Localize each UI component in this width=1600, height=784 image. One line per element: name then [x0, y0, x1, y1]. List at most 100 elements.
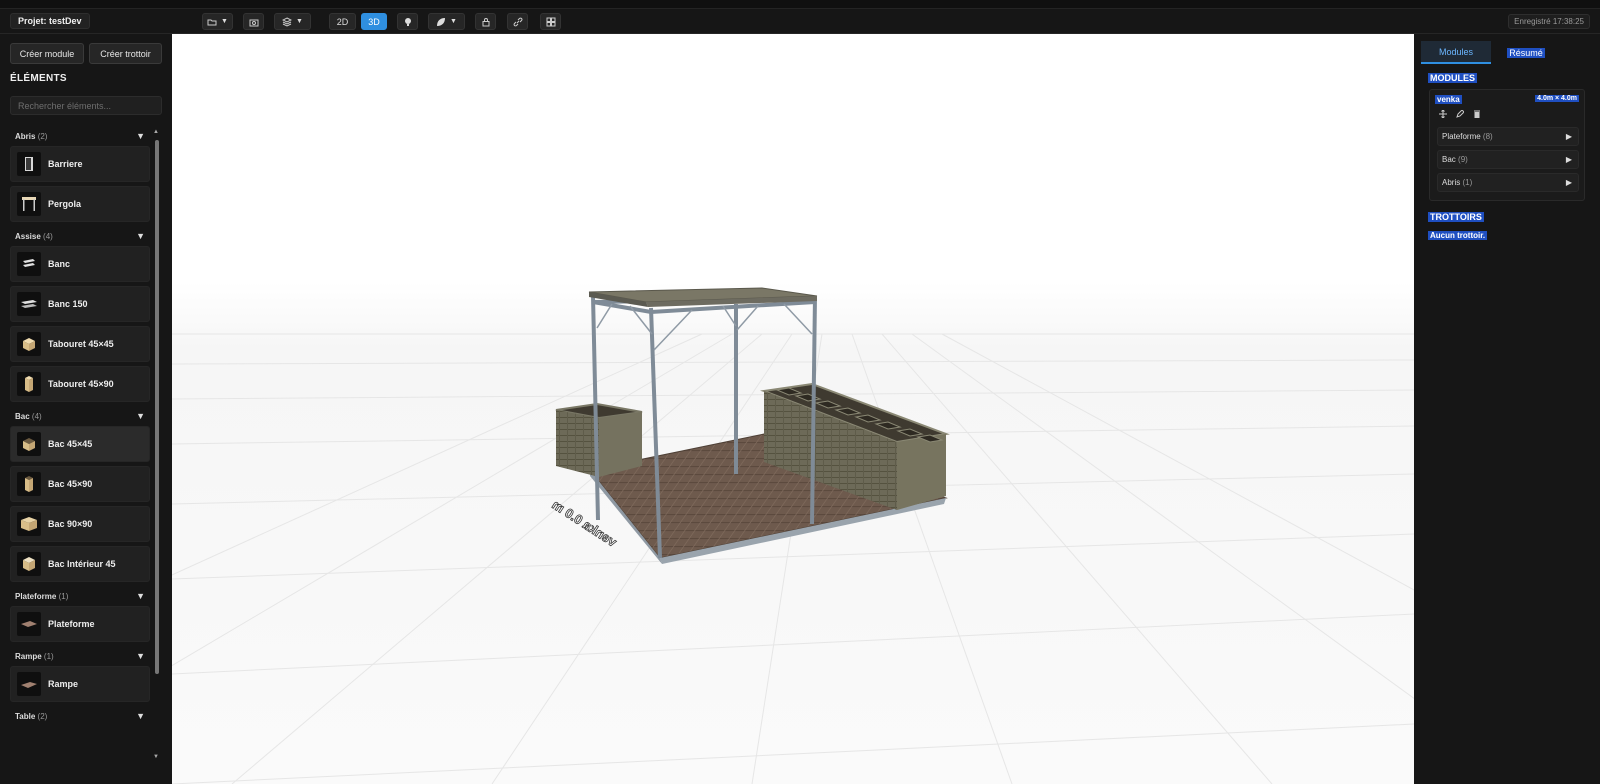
expand-triangle-icon[interactable]: ▶ — [1566, 132, 1572, 141]
list-item[interactable]: Rampe — [10, 666, 150, 702]
folder-icon — [207, 19, 217, 25]
item-label: Plateforme — [48, 619, 95, 629]
link-button[interactable] — [507, 13, 528, 30]
expand-triangle-icon[interactable]: ▶ — [1566, 155, 1572, 164]
module-group-bac[interactable]: Bac (9) ▶ — [1437, 150, 1579, 169]
list-item[interactable]: Banc 150 — [10, 286, 150, 322]
group-count: (9) — [1458, 155, 1468, 164]
elements-list: Abris (2) ▼ Barriere Pergola Assise (4) … — [10, 126, 150, 784]
environment-menu-button[interactable]: ▼ — [428, 13, 465, 30]
move-icon[interactable] — [1439, 110, 1447, 118]
tab-summary-label: Résumé — [1507, 47, 1545, 58]
no-sidewalk-text: Aucun trottoir. — [1428, 231, 1488, 240]
search-input[interactable] — [10, 96, 162, 115]
list-item[interactable]: Banc — [10, 246, 150, 282]
group-count: (8) — [1482, 132, 1493, 141]
item-label: Bac 90×90 — [48, 519, 93, 529]
planter-thumbnail — [17, 472, 41, 496]
layers-icon — [282, 16, 293, 27]
item-label: Tabouret 45×90 — [48, 379, 114, 389]
expand-triangle-icon[interactable]: ▶ — [1566, 178, 1572, 187]
view-2d-button[interactable]: 2D — [329, 13, 356, 30]
view-3d-button[interactable]: 3D — [361, 13, 387, 30]
lightbulb-icon — [404, 17, 411, 26]
category-rampe[interactable]: Rampe (1) ▼ — [10, 646, 150, 666]
scroll-up-icon[interactable]: ▲ — [153, 129, 159, 135]
project-label[interactable]: Projet: testDev — [10, 13, 90, 29]
list-item[interactable]: Bac 90×90 — [10, 506, 150, 542]
list-item[interactable]: Plateforme — [10, 606, 150, 642]
ramp-thumbnail — [17, 672, 41, 696]
module-group-abris[interactable]: Abris (1) ▶ — [1437, 173, 1579, 192]
stool-thumbnail — [17, 332, 41, 356]
pergola-thumbnail — [17, 192, 41, 216]
category-plateforme[interactable]: Plateforme (1) ▼ — [10, 586, 150, 606]
grid-button[interactable] — [540, 13, 561, 30]
category-name: Table — [15, 711, 36, 721]
module-actions — [1439, 110, 1481, 118]
category-count: (4) — [43, 231, 53, 241]
tab-summary[interactable]: Résumé — [1491, 41, 1561, 64]
module-group-plateforme[interactable]: Plateforme (8) ▶ — [1437, 127, 1579, 146]
group-count: (1) — [1462, 178, 1473, 187]
list-item[interactable]: Tabouret 45×45 — [10, 326, 150, 362]
category-name: Assise — [15, 231, 41, 241]
item-label: Rampe — [48, 679, 79, 689]
screenshot-button[interactable] — [243, 13, 264, 30]
module-card[interactable]: venka 4.0m × 4.0m Plateforme (8) ▶ Bac (… — [1429, 89, 1585, 201]
lighting-button[interactable] — [397, 13, 418, 30]
collapse-triangle-icon[interactable]: ▼ — [136, 231, 145, 241]
collapse-triangle-icon[interactable]: ▼ — [136, 411, 145, 421]
module-name: venka — [1435, 95, 1462, 104]
module-dimensions: 4.0m × 4.0m — [1535, 95, 1579, 102]
scroll-down-icon[interactable]: ▼ — [153, 754, 159, 760]
collapse-triangle-icon[interactable]: ▼ — [136, 591, 145, 601]
scrollbar-thumb[interactable] — [155, 140, 159, 674]
save-status: Enregistré 17:38:25 — [1508, 14, 1590, 29]
3d-viewport[interactable]: venka 0.0 m — [172, 34, 1414, 784]
item-label: Tabouret 45×45 — [48, 339, 114, 349]
category-abris[interactable]: Abris (2) ▼ — [10, 126, 150, 146]
chevron-down-icon: ▼ — [296, 18, 303, 25]
platform-thumbnail — [17, 612, 41, 636]
item-label: Bac 45×45 — [48, 439, 93, 449]
category-table[interactable]: Table (2) ▼ — [10, 706, 150, 726]
file-menu-button[interactable]: ▼ — [202, 13, 233, 30]
elements-title: ÉLÉMENTS — [10, 73, 67, 84]
group-name: Bac — [1442, 155, 1456, 164]
edit-icon[interactable] — [1456, 110, 1464, 118]
category-bac[interactable]: Bac (4) ▼ — [10, 406, 150, 426]
top-bar: Projet: testDev ▼ ▼ 2D 3D ▼ Enregistré 1… — [0, 0, 1600, 34]
barrier-thumbnail — [17, 152, 41, 176]
modules-title: MODULES — [1428, 73, 1477, 83]
list-item[interactable]: Tabouret 45×90 — [10, 366, 150, 402]
planter-thumbnail — [17, 512, 41, 536]
item-label: Banc — [48, 259, 71, 269]
planter-thumbnail — [17, 552, 41, 576]
group-name: Plateforme — [1442, 132, 1481, 141]
item-label: Barriere — [48, 159, 83, 169]
collapse-triangle-icon[interactable]: ▼ — [136, 711, 145, 721]
category-name: Abris — [15, 131, 36, 141]
list-item[interactable]: Pergola — [10, 186, 150, 222]
category-name: Rampe — [15, 651, 42, 661]
category-count: (1) — [43, 651, 54, 661]
tab-modules[interactable]: Modules — [1421, 41, 1491, 64]
list-item[interactable]: Barriere — [10, 146, 150, 182]
category-assise[interactable]: Assise (4) ▼ — [10, 226, 150, 246]
chevron-down-icon: ▼ — [221, 18, 228, 25]
item-label: Banc 150 — [48, 299, 88, 309]
layers-menu-button[interactable]: ▼ — [274, 13, 311, 30]
collapse-triangle-icon[interactable]: ▼ — [136, 651, 145, 661]
list-item[interactable]: Bac Intérieur 45 — [10, 546, 150, 582]
item-label: Bac 45×90 — [48, 479, 93, 489]
category-name: Plateforme — [15, 591, 57, 601]
list-item[interactable]: Bac 45×45 — [10, 426, 150, 462]
list-item[interactable]: Bac 45×90 — [10, 466, 150, 502]
trash-icon[interactable] — [1473, 110, 1481, 118]
collapse-triangle-icon[interactable]: ▼ — [136, 131, 145, 141]
create-module-button[interactable]: Créer module — [10, 43, 84, 64]
create-sidewalk-button[interactable]: Créer trottoir — [89, 43, 162, 64]
lock-button[interactable] — [475, 13, 496, 30]
link-icon — [513, 17, 522, 26]
